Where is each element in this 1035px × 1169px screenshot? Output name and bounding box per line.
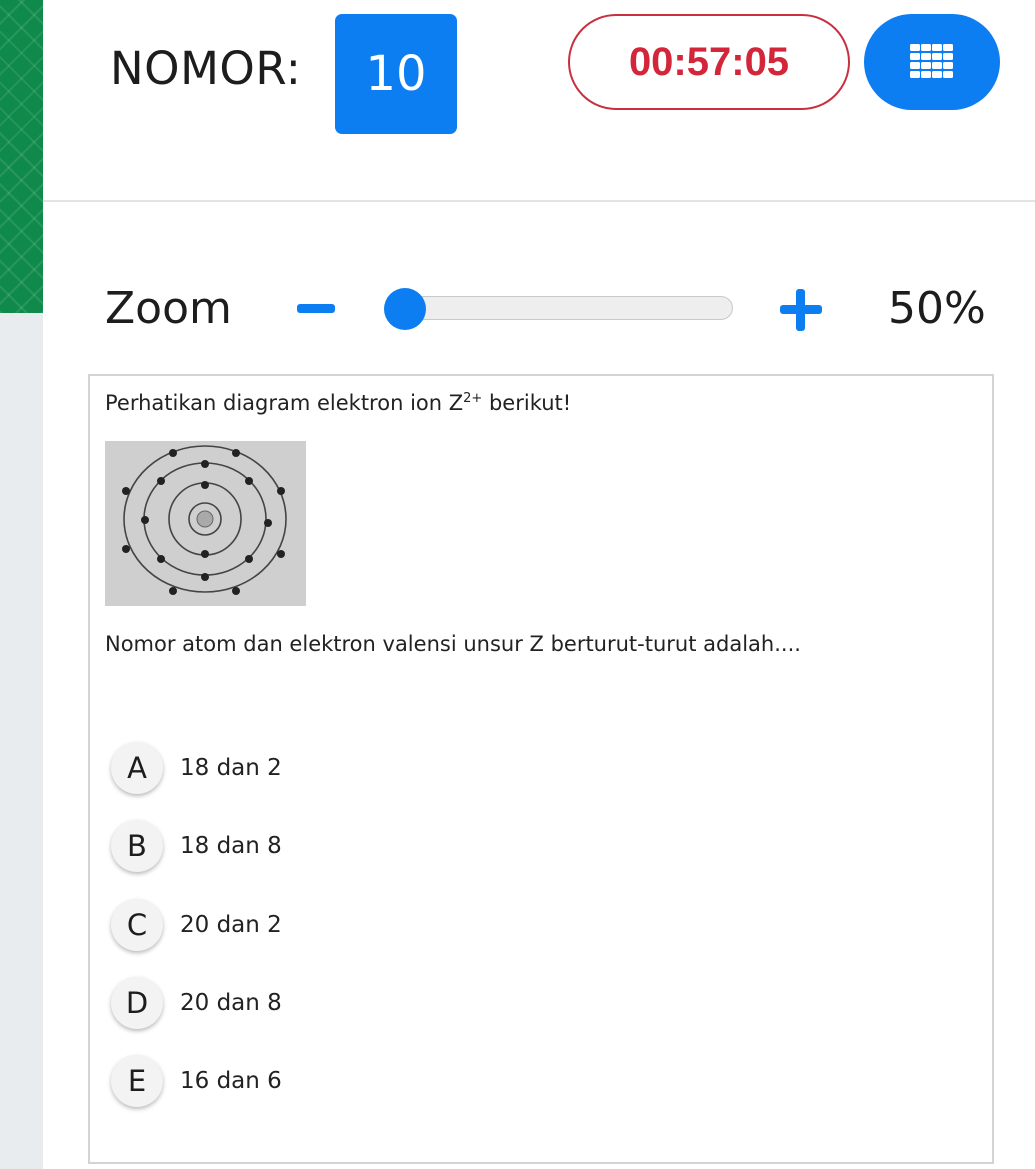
question-intro-text: Perhatikan diagram elektron ion Z	[105, 391, 464, 415]
minus-icon[interactable]	[297, 304, 335, 313]
option-letter[interactable]: C	[111, 899, 163, 951]
countdown-timer: 00:57:05	[568, 14, 850, 110]
question-number-label: NOMOR:	[110, 42, 302, 95]
header-divider	[43, 200, 1035, 202]
ion-charge: 2+	[463, 391, 483, 406]
question-text: Nomor atom dan elektron valensi unsur Z …	[105, 632, 801, 656]
option-letter[interactable]: E	[111, 1055, 163, 1107]
option-text: 16 dan 6	[180, 1068, 282, 1094]
option-b[interactable]: B 18 dan 8	[111, 818, 282, 874]
option-c[interactable]: C 20 dan 2	[111, 897, 282, 953]
option-d[interactable]: D 20 dan 8	[111, 975, 282, 1031]
question-list-button[interactable]	[864, 14, 1000, 110]
question-number-badge: 10	[335, 14, 457, 134]
option-a[interactable]: A 18 dan 2	[111, 740, 282, 796]
zoom-slider-track[interactable]	[405, 296, 733, 320]
option-letter[interactable]: B	[111, 820, 163, 872]
grid-menu-icon	[910, 44, 953, 78]
sidebar-rail	[0, 313, 43, 1169]
option-letter[interactable]: D	[111, 977, 163, 1029]
electron-diagram-image	[105, 441, 306, 606]
zoom-label: Zoom	[105, 283, 232, 334]
plus-icon[interactable]	[780, 289, 822, 331]
question-intro: Perhatikan diagram elektron ion Z2+ beri…	[105, 391, 571, 415]
option-letter[interactable]: A	[111, 742, 163, 794]
question-intro-end: berikut!	[482, 391, 572, 415]
zoom-value: 50%	[888, 283, 986, 334]
option-text: 20 dan 2	[180, 912, 282, 938]
option-text: 18 dan 2	[180, 755, 282, 781]
option-e[interactable]: E 16 dan 6	[111, 1053, 282, 1109]
option-text: 20 dan 8	[180, 990, 282, 1016]
zoom-slider-handle[interactable]	[384, 288, 426, 330]
sidebar-pattern	[0, 0, 43, 313]
option-text: 18 dan 8	[180, 833, 282, 859]
